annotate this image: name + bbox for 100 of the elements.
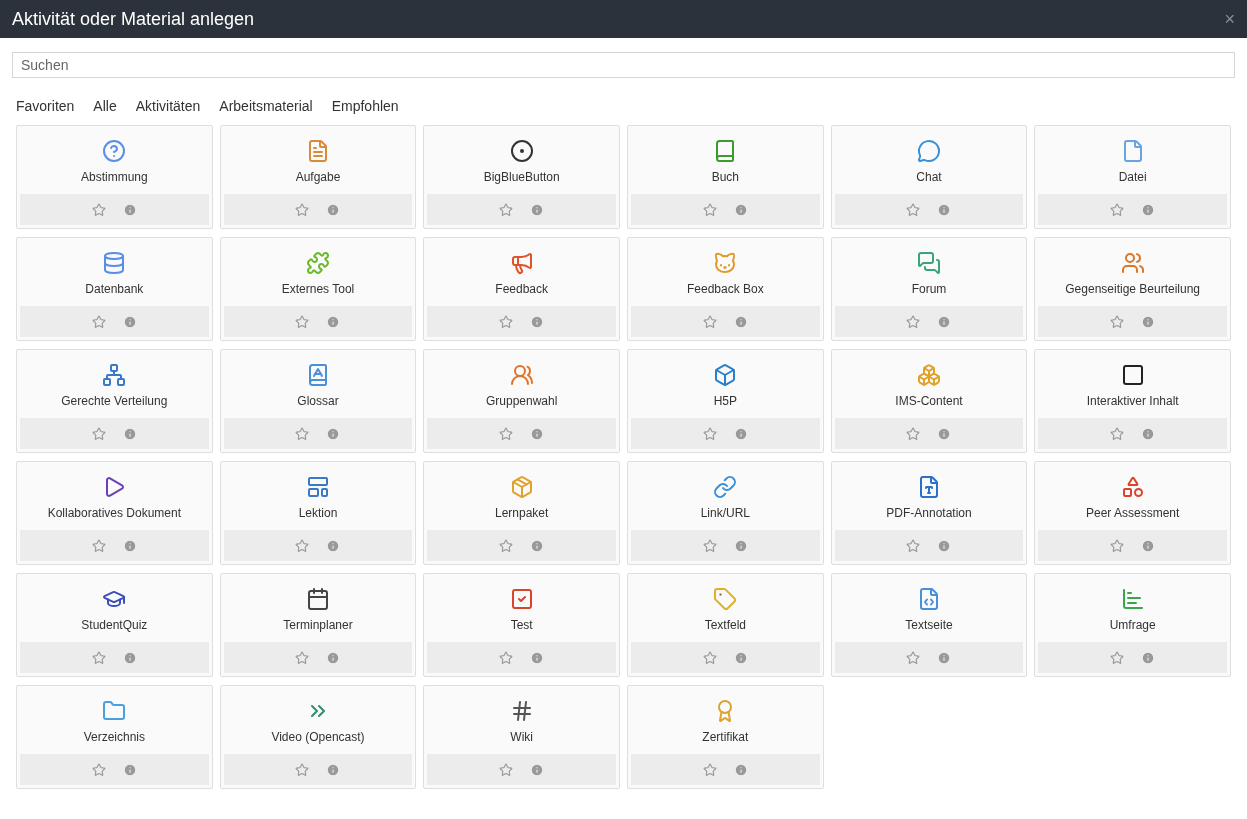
info-button[interactable] — [1141, 202, 1156, 217]
info-button[interactable] — [530, 538, 545, 553]
info-button[interactable] — [530, 650, 545, 665]
module-card[interactable]: Test — [423, 573, 620, 677]
star-button[interactable] — [91, 538, 106, 553]
info-button[interactable] — [530, 202, 545, 217]
module-card[interactable]: Verzeichnis — [16, 685, 213, 789]
module-card[interactable]: Textseite — [830, 573, 1028, 677]
module-card[interactable]: H5P — [627, 349, 824, 453]
star-button[interactable] — [499, 538, 514, 553]
module-card[interactable]: Datei — [1034, 125, 1231, 229]
close-button[interactable]: × — [1224, 10, 1235, 28]
module-card[interactable]: Chat — [830, 125, 1028, 229]
info-button[interactable] — [937, 650, 952, 665]
module-card[interactable]: Link/URL — [627, 461, 824, 565]
star-button[interactable] — [906, 202, 921, 217]
info-button[interactable] — [733, 426, 748, 441]
star-button[interactable] — [295, 426, 310, 441]
module-card[interactable]: Aufgabe — [219, 125, 417, 229]
star-button[interactable] — [295, 314, 310, 329]
module-card[interactable]: Abstimmung — [16, 125, 213, 229]
star-button[interactable] — [1110, 202, 1125, 217]
module-card[interactable]: Peer Assessment — [1034, 461, 1231, 565]
category-tab[interactable]: Favoriten — [16, 95, 75, 117]
category-tab[interactable]: Aktivitäten — [135, 95, 201, 117]
module-card[interactable]: Terminplaner — [219, 573, 417, 677]
info-button[interactable] — [122, 538, 137, 553]
info-button[interactable] — [326, 202, 341, 217]
category-tab[interactable]: Arbeitsmaterial — [219, 95, 313, 117]
star-button[interactable] — [91, 762, 106, 777]
module-card[interactable]: Gerechte Verteilung — [16, 349, 213, 453]
star-button[interactable] — [702, 650, 717, 665]
info-button[interactable] — [733, 650, 748, 665]
info-button[interactable] — [937, 314, 952, 329]
star-button[interactable] — [702, 762, 717, 777]
star-button[interactable] — [295, 538, 310, 553]
star-button[interactable] — [1110, 538, 1125, 553]
module-card[interactable]: Wiki — [423, 685, 620, 789]
star-button[interactable] — [91, 202, 106, 217]
info-button[interactable] — [733, 762, 748, 777]
module-card[interactable]: Externes Tool — [219, 237, 417, 341]
module-card[interactable]: Kollaboratives Dokument — [16, 461, 213, 565]
star-button[interactable] — [1110, 426, 1125, 441]
star-button[interactable] — [91, 426, 106, 441]
info-button[interactable] — [733, 314, 748, 329]
info-button[interactable] — [530, 762, 545, 777]
info-button[interactable] — [326, 426, 341, 441]
info-button[interactable] — [530, 426, 545, 441]
info-button[interactable] — [122, 650, 137, 665]
module-card[interactable]: Gruppenwahl — [423, 349, 620, 453]
info-button[interactable] — [937, 538, 952, 553]
star-button[interactable] — [295, 762, 310, 777]
info-button[interactable] — [122, 314, 137, 329]
info-button[interactable] — [733, 538, 748, 553]
star-button[interactable] — [702, 314, 717, 329]
info-button[interactable] — [122, 426, 137, 441]
star-button[interactable] — [702, 426, 717, 441]
info-button[interactable] — [1141, 314, 1156, 329]
module-card[interactable]: IMS-Content — [830, 349, 1028, 453]
module-card[interactable]: Glossar — [219, 349, 417, 453]
module-card[interactable]: Interaktiver Inhalt — [1034, 349, 1231, 453]
module-card[interactable]: Lektion — [219, 461, 417, 565]
star-button[interactable] — [91, 650, 106, 665]
info-button[interactable] — [1141, 538, 1156, 553]
star-button[interactable] — [295, 202, 310, 217]
module-card[interactable]: PDF-Annotation — [830, 461, 1028, 565]
info-button[interactable] — [937, 202, 952, 217]
module-card[interactable]: Lernpaket — [423, 461, 620, 565]
module-card[interactable]: Gegenseitige Beurteilung — [1034, 237, 1231, 341]
star-button[interactable] — [906, 314, 921, 329]
module-card[interactable]: Textfeld — [627, 573, 824, 677]
star-button[interactable] — [91, 314, 106, 329]
info-button[interactable] — [326, 314, 341, 329]
category-tab[interactable]: Empfohlen — [331, 95, 399, 117]
star-button[interactable] — [499, 762, 514, 777]
module-card[interactable]: Feedback — [423, 237, 620, 341]
search-field[interactable]: Suchen — [12, 52, 1235, 78]
info-button[interactable] — [733, 202, 748, 217]
module-card[interactable]: Forum — [830, 237, 1028, 341]
module-card[interactable]: Zertifikat — [627, 685, 824, 789]
category-tab[interactable]: Alle — [93, 95, 117, 117]
star-button[interactable] — [499, 202, 514, 217]
info-button[interactable] — [1141, 426, 1156, 441]
star-button[interactable] — [499, 426, 514, 441]
star-button[interactable] — [906, 426, 921, 441]
info-button[interactable] — [326, 538, 341, 553]
module-card[interactable]: Feedback Box — [627, 237, 824, 341]
module-card[interactable]: Buch — [627, 125, 824, 229]
module-card[interactable]: BigBlueButton — [423, 125, 620, 229]
star-button[interactable] — [906, 650, 921, 665]
info-button[interactable] — [937, 426, 952, 441]
info-button[interactable] — [530, 314, 545, 329]
info-button[interactable] — [1141, 650, 1156, 665]
info-button[interactable] — [326, 762, 341, 777]
star-button[interactable] — [499, 650, 514, 665]
module-card[interactable]: StudentQuiz — [16, 573, 213, 677]
module-card[interactable]: Datenbank — [16, 237, 213, 341]
star-button[interactable] — [1110, 650, 1125, 665]
star-button[interactable] — [702, 538, 717, 553]
star-button[interactable] — [906, 538, 921, 553]
